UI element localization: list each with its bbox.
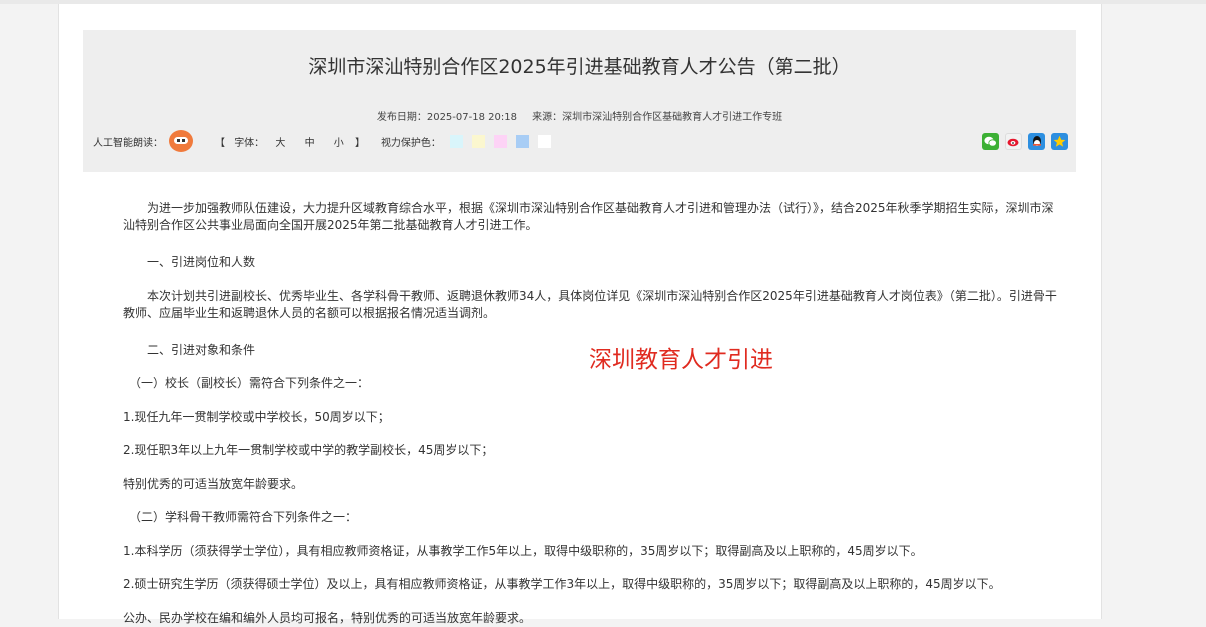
bracket-close: 】 — [354, 137, 365, 149]
article-page: 深圳市深汕特别合作区2025年引进基础教育人才公告（第二批） 发布日期：2025… — [58, 4, 1102, 625]
overlay-watermark-text: 深圳教育人才引进 — [589, 347, 773, 373]
paragraph: 为进一步加强教师队伍建设，大力提升区域教育综合水平，根据《深圳市深汕特别合作区基… — [123, 201, 1054, 232]
wechat-icon[interactable] — [982, 133, 999, 150]
list-item: 2.现任职3年以上九年一贯制学校或中学的教学副校长，45周岁以下； — [123, 443, 494, 457]
subsection-heading: （二）学科骨干教师需符合下列条件之一： — [129, 510, 358, 524]
ai-read-label: 人工智能朗读： — [93, 137, 163, 149]
article-meta: 发布日期：2025-07-18 20:18 来源：深圳市深汕特别合作区基础教育人… — [83, 108, 1076, 123]
qzone-icon[interactable] — [1051, 133, 1068, 150]
source: 来源：深圳市深汕特别合作区基础教育人才引进工作专班 — [532, 112, 783, 123]
font-small-button[interactable]: 小 — [334, 138, 344, 149]
bracket-open: 【 — [215, 137, 225, 149]
weibo-icon[interactable] — [1005, 133, 1022, 150]
vision-color-blue[interactable] — [515, 134, 529, 148]
font-medium-button[interactable]: 中 — [305, 138, 315, 149]
paragraph: 本次计划共引进副校长、优秀毕业生、各学科骨干教师、返聘退休教师34人，具体岗位详… — [123, 289, 1057, 320]
section-heading: 一、引进岗位和人数 — [147, 255, 256, 269]
article-header: 深圳市深汕特别合作区2025年引进基础教育人才公告（第二批） 发布日期：2025… — [83, 30, 1076, 172]
publish-date: 发布日期：2025-07-18 20:18 — [376, 112, 517, 123]
list-item: 2.硕士研究生学历（须获得硕士学位）及以上，具有相应教师资格证，从事教学工作3年… — [123, 577, 1001, 591]
vision-color-yellow[interactable] — [471, 134, 485, 148]
vision-protect-colors: 视力保护色： — [381, 134, 551, 149]
list-item: 1.本科学历（须获得学士学位），具有相应教师资格证，从事教学工作5年以上，取得中… — [123, 544, 923, 558]
article-title: 深圳市深汕特别合作区2025年引进基础教育人才公告（第二批） — [308, 56, 851, 78]
subsection-heading: （一）校长（副校长）需符合下列条件之一： — [129, 376, 370, 390]
paragraph: 特别优秀的可适当放宽年龄要求。 — [123, 477, 304, 491]
reading-toolbar: 人工智能朗读： 【 字体： 大 中 小 】 视力保护色： — [93, 130, 551, 152]
vision-color-pink[interactable] — [493, 134, 507, 148]
vision-color-cyan[interactable] — [449, 134, 463, 148]
ai-read-robot-icon[interactable] — [169, 130, 193, 152]
vision-color-white[interactable] — [537, 134, 551, 148]
list-item: 1.现任九年一贯制学校或中学校长，50周岁以下； — [123, 410, 390, 424]
vision-label: 视力保护色： — [380, 137, 441, 149]
qq-icon[interactable] — [1028, 133, 1045, 150]
share-icons — [976, 133, 1068, 150]
font-large-button[interactable]: 大 — [275, 138, 285, 149]
font-size-control: 【 字体： 大 中 小 】 — [215, 134, 365, 149]
font-label: 字体： — [234, 137, 265, 149]
